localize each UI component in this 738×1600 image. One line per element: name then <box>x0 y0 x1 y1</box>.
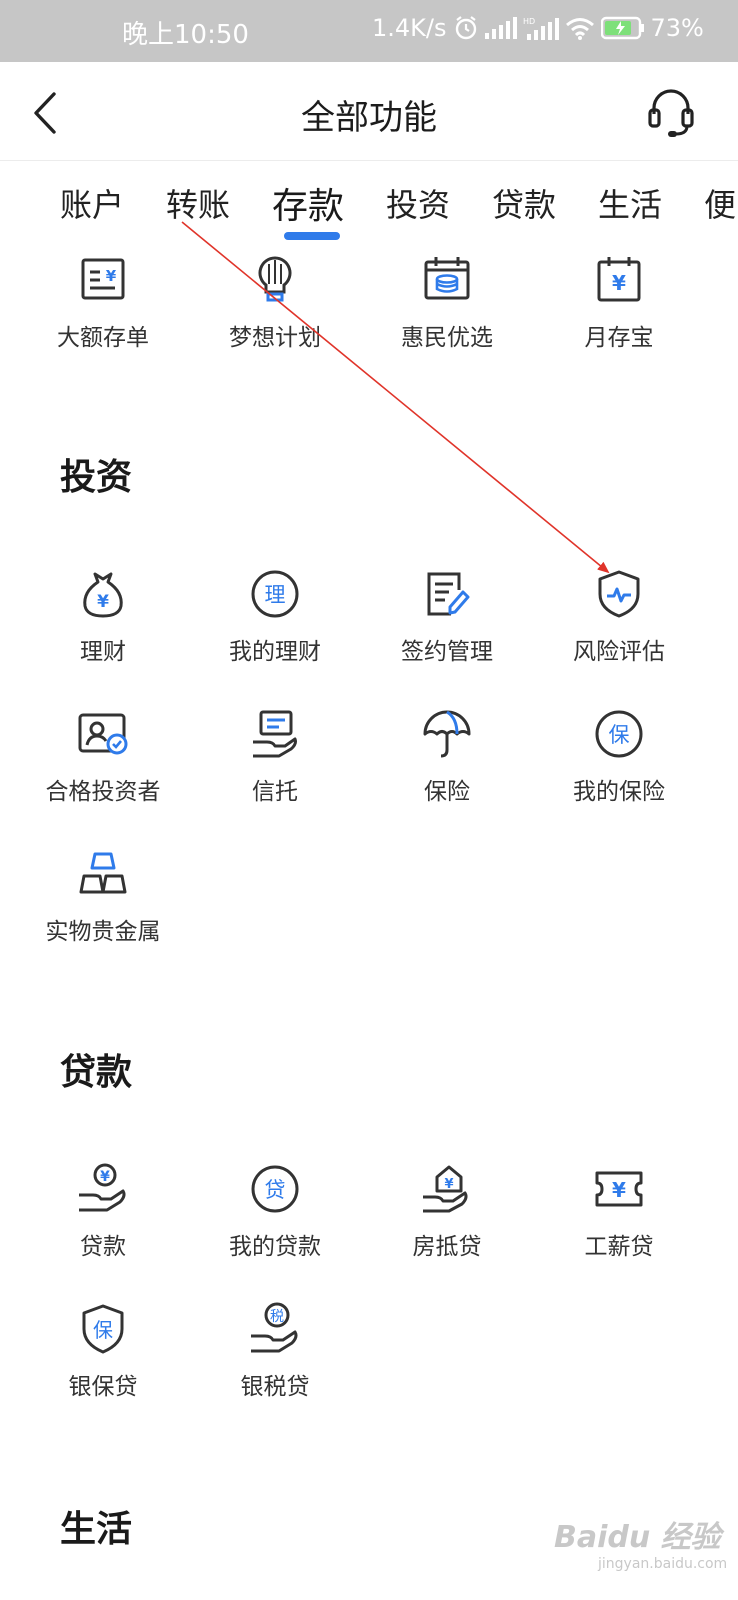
battery-level: 73% <box>650 14 704 42</box>
grid-item-label: 贷款 <box>80 1234 126 1260</box>
alarm-icon <box>455 16 476 40</box>
grid-item-label: 我的保险 <box>573 779 665 805</box>
page-title: 全部功能 <box>301 98 437 138</box>
grid-item-risk-assessment[interactable]: 风险评估 <box>533 566 705 666</box>
bao-badge-icon: 保 <box>595 710 643 758</box>
shield-pulse-icon <box>598 570 640 618</box>
lightbulb-icon <box>258 256 292 302</box>
tab-account[interactable]: 账户 <box>60 180 124 226</box>
document-pen-icon <box>427 572 470 616</box>
top-bar: 全部功能 <box>0 62 738 161</box>
svg-text:¥: ¥ <box>612 1178 626 1202</box>
hand-tax-icon: 税 <box>251 1302 298 1353</box>
signal-icon <box>484 17 517 39</box>
grid-item-large-deposit[interactable]: ¥ 大额存单 <box>17 252 189 352</box>
wifi-icon <box>565 18 594 40</box>
calendar-coins-icon <box>424 257 470 300</box>
grid-item-label: 实物贵金属 <box>45 919 161 945</box>
grid-item-label: 梦想计划 <box>229 325 321 351</box>
tab-investment[interactable]: 投资 <box>386 180 450 226</box>
grid-item-insured-loan[interactable]: 保 银保贷 <box>17 1301 189 1401</box>
grid-item-my-loan[interactable]: 贷 我的贷款 <box>189 1161 361 1261</box>
tab-transfer[interactable]: 转账 <box>166 180 230 226</box>
dai-badge-icon: 贷 <box>251 1165 299 1213</box>
headset-icon[interactable] <box>646 86 696 138</box>
grid-item-label: 房抵贷 <box>412 1234 482 1260</box>
svg-text:¥: ¥ <box>100 1169 110 1185</box>
grid-item-trust[interactable]: 信托 <box>189 706 361 806</box>
grid-item-tax-loan[interactable]: 税 银税贷 <box>189 1301 361 1401</box>
grid-item-label: 惠民优选 <box>401 325 493 351</box>
grid-item-label: 我的理财 <box>229 639 321 665</box>
battery-icon <box>600 16 644 40</box>
li-badge-icon: 理 <box>251 570 299 618</box>
hand-card-icon <box>253 710 297 758</box>
category-tabs: 账户 转账 存款 投资 贷款 生活 便 <box>0 160 738 250</box>
svg-text:保: 保 <box>93 1318 113 1342</box>
calendar-yen-icon: ¥ <box>597 257 641 302</box>
signal-hd-icon: HD <box>523 17 559 40</box>
grid-item-label: 合格投资者 <box>45 779 161 805</box>
certificate-yen-icon: ¥ <box>81 258 125 300</box>
svg-text:保: 保 <box>609 723 630 747</box>
gold-bars-icon <box>79 852 127 894</box>
section-title-loans: 贷款 <box>60 1052 133 1093</box>
grid-item-wealth[interactable]: ¥ 理财 <box>17 566 189 666</box>
status-bar: 晚上10:50 1.4K/s HD 73% <box>0 0 738 62</box>
grid-item-dream-plan[interactable]: 梦想计划 <box>189 252 361 352</box>
shield-bao-icon: 保 <box>82 1304 124 1354</box>
section-title-life: 生活 <box>60 1509 133 1550</box>
grid-item-my-wealth[interactable]: 理 我的理财 <box>189 566 361 666</box>
grid-item-contract-management[interactable]: 签约管理 <box>361 566 533 666</box>
grid-item-label: 信托 <box>252 779 298 805</box>
tab-loan[interactable]: 贷款 <box>492 180 556 226</box>
grid-item-label: 风险评估 <box>573 639 665 665</box>
tab-life[interactable]: 生活 <box>598 180 662 226</box>
grid-item-label: 保险 <box>424 779 470 805</box>
grid-item-label: 工薪贷 <box>584 1234 654 1260</box>
svg-text:¥: ¥ <box>612 271 626 295</box>
grid-item-huimin[interactable]: 惠民优选 <box>361 252 533 352</box>
grid-item-label: 签约管理 <box>401 639 493 665</box>
svg-text:贷: 贷 <box>265 1178 286 1202</box>
network-speed: 1.4K/s <box>372 14 447 42</box>
svg-text:¥: ¥ <box>97 592 109 612</box>
hand-yen-icon: ¥ <box>79 1163 126 1212</box>
active-tab-indicator <box>284 232 340 240</box>
status-indicators: 1.4K/s HD 73% <box>372 14 704 42</box>
grid-item-loan[interactable]: ¥ 贷款 <box>17 1161 189 1261</box>
umbrella-icon <box>423 710 471 758</box>
tab-convenience[interactable]: 便 <box>704 180 736 226</box>
house-hand-icon: ¥ <box>423 1165 468 1213</box>
grid-item-salary-loan[interactable]: ¥ 工薪贷 <box>533 1161 705 1261</box>
grid-item-label: 理财 <box>80 639 126 665</box>
section-title-investment: 投资 <box>60 457 133 498</box>
grid-item-monthly-deposit[interactable]: ¥ 月存宝 <box>533 252 705 352</box>
ticket-yen-icon: ¥ <box>595 1171 643 1207</box>
grid-item-label: 月存宝 <box>584 325 654 351</box>
svg-text:HD: HD <box>523 17 535 26</box>
id-card-check-icon <box>78 713 128 755</box>
svg-text:税: 税 <box>270 1309 284 1325</box>
svg-text:理: 理 <box>265 583 286 607</box>
grid-item-insurance[interactable]: 保险 <box>361 706 533 806</box>
grid-item-label: 我的贷款 <box>229 1234 321 1260</box>
tab-deposit[interactable]: 存款 <box>272 177 344 229</box>
grid-item-label: 银保贷 <box>68 1374 138 1400</box>
baidu-watermark-logo: Baidu 经验 jingyan.baidu.com <box>554 1520 728 1572</box>
money-bag-icon: ¥ <box>83 572 123 618</box>
svg-text:¥: ¥ <box>106 267 117 285</box>
svg-text:¥: ¥ <box>444 1177 453 1192</box>
grid-item-precious-metals[interactable]: 实物贵金属 <box>17 846 189 946</box>
grid-item-mortgage-loan[interactable]: ¥ 房抵贷 <box>361 1161 533 1261</box>
grid-item-label: 大额存单 <box>57 325 149 351</box>
status-time: 晚上10:50 <box>122 20 249 50</box>
grid-item-qualified-investor[interactable]: 合格投资者 <box>17 706 189 806</box>
grid-item-my-insurance[interactable]: 保 我的保险 <box>533 706 705 806</box>
grid-item-label: 银税贷 <box>240 1374 310 1400</box>
